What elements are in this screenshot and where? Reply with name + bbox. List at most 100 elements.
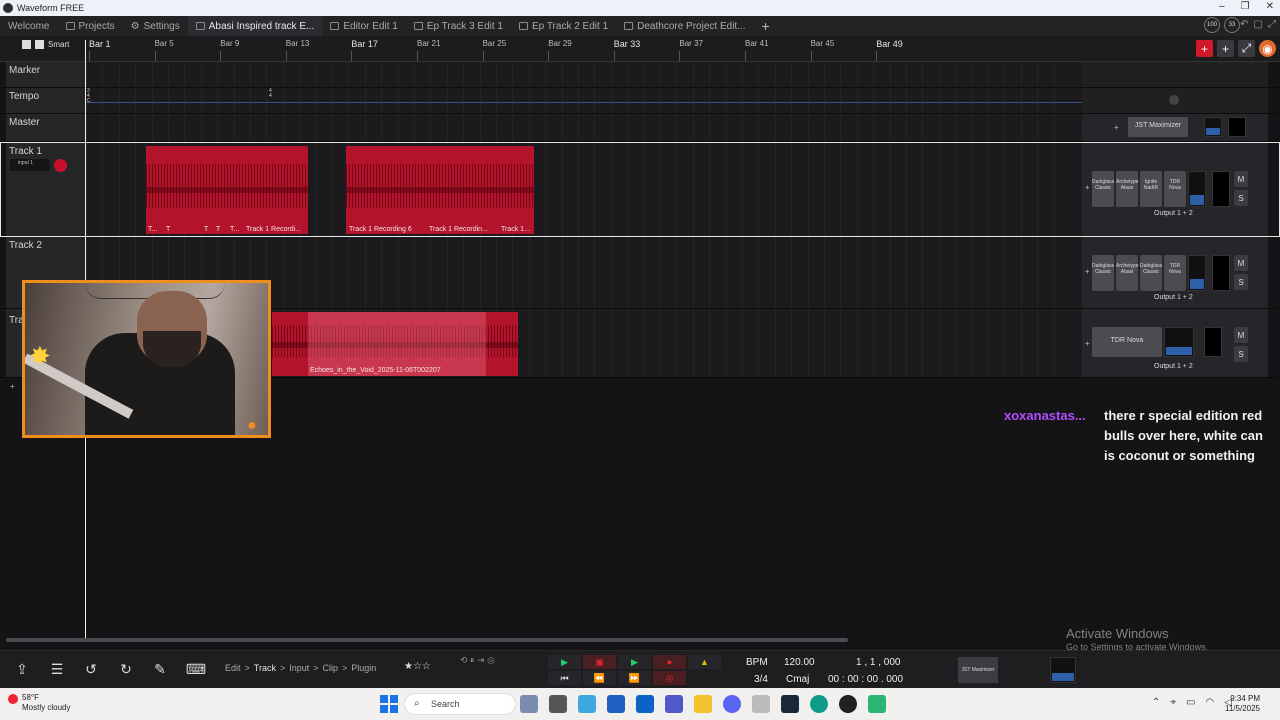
- snap-mode-label[interactable]: Smart: [48, 40, 69, 49]
- location-icon[interactable]: ⌖: [1170, 697, 1176, 708]
- wrench-icon[interactable]: ✎: [150, 659, 170, 679]
- output-label[interactable]: Output 1 + 2: [1154, 294, 1193, 301]
- minimize-icon[interactable]: –: [1219, 1, 1225, 12]
- audio-clip[interactable]: Echoes_in_the_Void_2025-11-06T002207: [272, 312, 518, 376]
- master-header[interactable]: Master: [6, 114, 86, 141]
- keyboard-icon[interactable]: ⌨: [186, 659, 206, 679]
- breadcrumb-clip[interactable]: Clip: [323, 663, 339, 673]
- system-clock[interactable]: 9:34 PM 11/5/2025: [1225, 694, 1260, 714]
- tab-ep-track-2[interactable]: Ep Track 2 Edit 1: [511, 16, 616, 36]
- add-plugin-icon[interactable]: +: [1085, 183, 1090, 192]
- rewind-icon[interactable]: ⏪: [583, 671, 616, 685]
- master-plugin[interactable]: JST Maximizer: [1128, 117, 1188, 137]
- outlook-icon[interactable]: [636, 695, 654, 713]
- loop-tools-icon[interactable]: ⟲ ⏸ ⇥ ◎: [460, 655, 495, 666]
- add-plugin-icon[interactable]: +: [1114, 123, 1119, 132]
- plugin-slot[interactable]: Ignite NadIR: [1140, 171, 1162, 207]
- loop-play-icon[interactable]: ▶: [548, 655, 581, 669]
- undo-icon[interactable]: ↺: [81, 659, 101, 679]
- breadcrumb-plugin[interactable]: Plugin: [351, 663, 376, 673]
- plugin-slot[interactable]: Archetype Abasi: [1116, 171, 1139, 207]
- track-1-fader[interactable]: [1212, 171, 1230, 207]
- record-mode-icon[interactable]: ◎: [653, 671, 686, 685]
- marker-lane[interactable]: [86, 62, 1082, 87]
- weather-widget[interactable]: 58°F Mostly cloudy: [22, 693, 70, 713]
- plugin-slot[interactable]: TDR Nova: [1164, 255, 1186, 291]
- export-icon[interactable]: ⇪: [12, 659, 32, 679]
- mini-plugin-panel[interactable]: JST Maximizer: [958, 657, 998, 683]
- track-1-lane[interactable]: T... T T T T... Track 1 Recordi... Track…: [86, 143, 1082, 236]
- breadcrumb-input[interactable]: Input: [289, 663, 309, 673]
- output-label[interactable]: Output 1 + 2: [1154, 210, 1193, 217]
- plugin-slot[interactable]: Darkglass Classic: [1092, 255, 1114, 291]
- edge-icon[interactable]: [810, 695, 828, 713]
- menu-icon[interactable]: ☰: [47, 659, 67, 679]
- bpm-value[interactable]: 120.00: [784, 657, 815, 668]
- window-layout-icon[interactable]: ▢: [1254, 19, 1263, 30]
- tray-chevron-icon[interactable]: ⌃: [1152, 697, 1160, 708]
- tempo-header[interactable]: Tempo: [6, 88, 86, 113]
- tempo-lane[interactable]: 3 4 C 4 4: [86, 88, 1082, 113]
- audio-clip[interactable]: T... T T T T... Track 1 Recordi...: [146, 146, 308, 234]
- horizontal-scrollbar[interactable]: [6, 638, 848, 642]
- solo-button[interactable]: S: [1234, 346, 1248, 362]
- waveform-app-icon[interactable]: [839, 695, 857, 713]
- track-1-input[interactable]: input 1: [10, 159, 50, 171]
- add-track-icon[interactable]: +: [10, 382, 15, 391]
- record-arm-icon[interactable]: [54, 159, 67, 172]
- start-button[interactable]: [380, 695, 398, 713]
- snap-icon[interactable]: [35, 40, 44, 49]
- breadcrumb-edit[interactable]: Edit: [225, 663, 241, 673]
- expand-icon[interactable]: ⤢: [1238, 40, 1255, 57]
- redo-icon[interactable]: ↻: [116, 659, 136, 679]
- network-icon[interactable]: ▭: [1186, 697, 1195, 708]
- chat-app-icon[interactable]: [868, 695, 886, 713]
- fast-forward-icon[interactable]: ⏩: [618, 671, 651, 685]
- rewind-to-start-icon[interactable]: ⏮: [548, 671, 581, 685]
- solo-button[interactable]: S: [1234, 190, 1248, 206]
- add-tab-button[interactable]: +: [754, 18, 778, 34]
- store-icon[interactable]: [607, 695, 625, 713]
- record-settings-icon[interactable]: ◉: [1259, 40, 1276, 57]
- audio-clip[interactable]: Track 1 Recording 6 Track 1 Recordin... …: [346, 146, 534, 234]
- timeline-ruler[interactable]: Smart Bar 1 Bar 5 Bar 9 Bar 13 Bar 17 Bar 21 B…: [0, 36, 1280, 62]
- solo-button[interactable]: S: [1234, 274, 1248, 290]
- file-explorer-icon[interactable]: [694, 695, 712, 713]
- tab-deathcore[interactable]: Deathcore Project Edit...: [616, 16, 753, 36]
- tempo-line[interactable]: [86, 102, 1082, 103]
- plugin-slot[interactable]: TDR Nova: [1092, 327, 1162, 357]
- mute-button[interactable]: M: [1234, 171, 1248, 187]
- metronome-icon[interactable]: ▲: [688, 655, 721, 669]
- add-plugin-icon[interactable]: +: [1085, 267, 1090, 276]
- discord-icon[interactable]: [723, 695, 741, 713]
- tab-ep-track-3[interactable]: Ep Track 3 Edit 1: [406, 16, 511, 36]
- tempo-knob-icon[interactable]: [1169, 95, 1179, 105]
- add-plugin-icon[interactable]: +: [1085, 339, 1090, 348]
- breadcrumb-track[interactable]: Track: [254, 663, 276, 673]
- copilot-icon[interactable]: [578, 695, 596, 713]
- time-signature[interactable]: 3/4: [754, 674, 768, 685]
- steam-icon[interactable]: [781, 695, 799, 713]
- tab-settings[interactable]: ⚙ Settings: [123, 16, 188, 36]
- time-signature-marker[interactable]: 4 4: [269, 89, 273, 99]
- wifi-icon[interactable]: ◠: [1205, 697, 1214, 708]
- tab-projects[interactable]: Projects: [58, 16, 123, 36]
- loop-icon[interactable]: [22, 40, 31, 49]
- teams-icon[interactable]: [665, 695, 683, 713]
- add-track-icon[interactable]: +: [1196, 40, 1213, 57]
- add-folder-icon[interactable]: +: [1217, 40, 1234, 57]
- record-icon[interactable]: ●: [653, 655, 686, 669]
- undo-history-icon[interactable]: ↶: [1240, 19, 1248, 30]
- mute-button[interactable]: M: [1234, 327, 1248, 343]
- fullscreen-icon[interactable]: ⤢: [1268, 19, 1276, 30]
- track-2-fader[interactable]: [1212, 255, 1230, 291]
- taskbar-search[interactable]: ⌕ Search: [404, 693, 516, 715]
- master-lane[interactable]: [86, 114, 1082, 141]
- punch-icon[interactable]: ▣: [583, 655, 616, 669]
- plugin-slot[interactable]: Archetype Abasi: [1116, 255, 1139, 291]
- maximize-icon[interactable]: ❐: [1241, 1, 1250, 12]
- mute-button[interactable]: M: [1234, 255, 1248, 271]
- plugin-slot[interactable]: Darkglass Classic: [1140, 255, 1162, 291]
- track-1-header[interactable]: Track 1 input 1: [6, 143, 86, 236]
- tab-abasi-edit[interactable]: Abasi Inspired track E...: [187, 16, 323, 36]
